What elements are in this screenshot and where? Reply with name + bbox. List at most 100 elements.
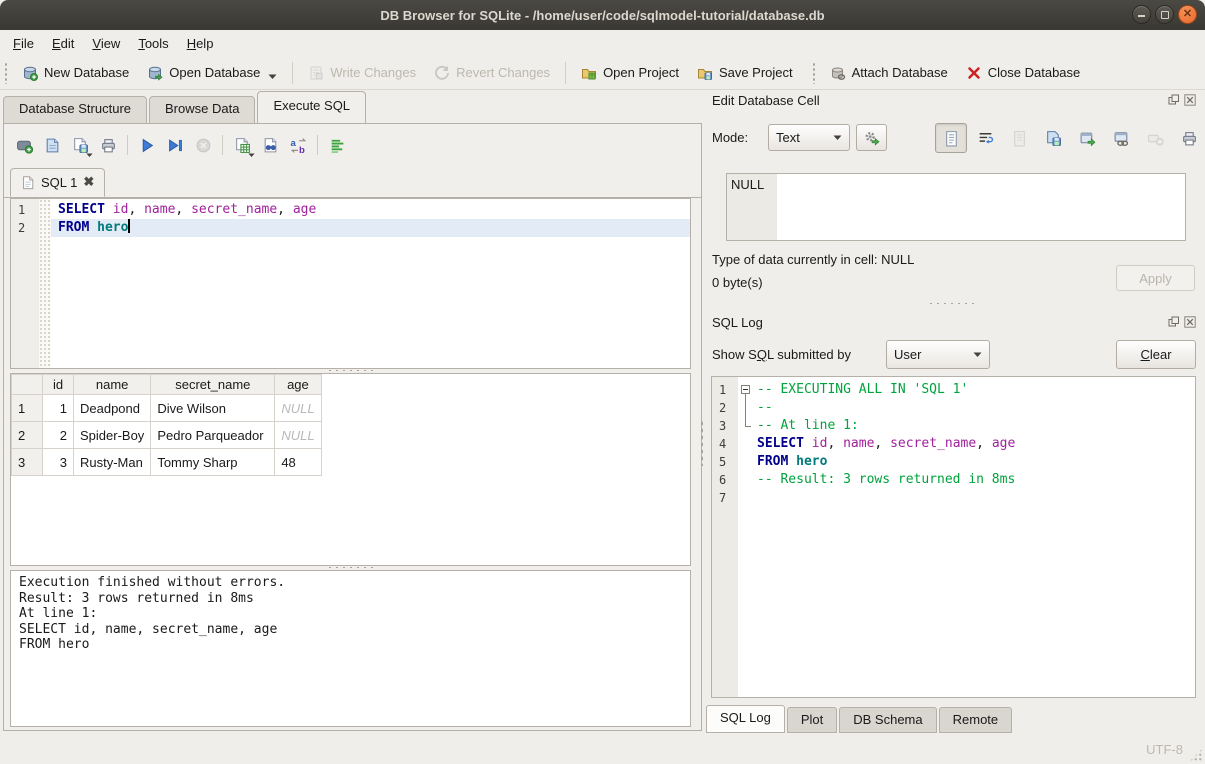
cell-open-in-app-button[interactable] xyxy=(1071,123,1103,153)
float-panel-icon[interactable] xyxy=(1167,315,1180,328)
row-header[interactable]: 1 xyxy=(12,395,43,422)
revert-changes-button[interactable]: Revert Changes xyxy=(425,60,559,86)
dock-tab-db-schema[interactable]: DB Schema xyxy=(839,707,936,733)
new-sql-tab-icon xyxy=(16,137,33,154)
print-icon xyxy=(1181,130,1198,147)
table-cell[interactable]: NULL xyxy=(275,422,321,449)
cell-type-info: Type of data currently in cell: NULL xyxy=(712,252,914,267)
find-button[interactable] xyxy=(256,131,284,159)
row-header[interactable]: 2 xyxy=(12,422,43,449)
new-database-button[interactable]: New Database xyxy=(13,60,138,86)
column-header-age[interactable]: age xyxy=(275,375,321,395)
tab-execute-sql[interactable]: Execute SQL xyxy=(257,91,366,123)
sql-log-filter-select[interactable]: User xyxy=(886,340,990,369)
toolbar-drag-handle[interactable] xyxy=(812,62,817,84)
table-cell[interactable]: Tommy Sharp xyxy=(151,449,275,476)
resize-grip[interactable] xyxy=(1189,748,1203,762)
write-changes-button[interactable]: Write Changes xyxy=(299,60,425,86)
open-project-button[interactable]: Open Project xyxy=(572,60,688,86)
dock-tab-plot[interactable]: Plot xyxy=(787,707,837,733)
save-project-button[interactable]: Save Project xyxy=(688,60,802,86)
open-sql-file-button[interactable] xyxy=(38,131,66,159)
apply-button[interactable]: Apply xyxy=(1116,265,1195,291)
open-project-icon xyxy=(581,65,597,81)
dock-tab-remote[interactable]: Remote xyxy=(939,707,1013,733)
cell-value-editor[interactable]: NULL xyxy=(726,173,1186,241)
attach-database-button[interactable]: Attach Database xyxy=(821,60,957,86)
save-sql-file-button[interactable] xyxy=(66,131,94,159)
cell-export-button[interactable] xyxy=(1037,123,1069,153)
cell-import-button[interactable] xyxy=(1003,123,1035,153)
close-panel-icon[interactable] xyxy=(1183,315,1196,328)
column-header-id[interactable]: id xyxy=(43,375,74,395)
auto-apply-button[interactable] xyxy=(856,124,887,151)
find-icon xyxy=(262,137,279,154)
maximize-button[interactable] xyxy=(1155,5,1174,24)
minimize-button[interactable] xyxy=(1132,5,1151,24)
link-icon xyxy=(1113,130,1130,147)
cell-text-mode-button[interactable] xyxy=(935,123,967,153)
edit-database-cell-title: Edit Database Cell xyxy=(712,93,820,108)
main-tab-bar: Database Structure Browse Data Execute S… xyxy=(3,92,368,123)
close-database-button[interactable]: Close Database xyxy=(957,60,1090,86)
word-wrap-icon xyxy=(977,130,994,147)
table-cell[interactable]: Rusty-Man xyxy=(74,449,151,476)
find-replace-button[interactable]: ab xyxy=(284,131,312,159)
toolbar-drag-handle[interactable] xyxy=(4,62,9,84)
sql-document-tab[interactable]: SQL 1 ✖ xyxy=(10,168,105,197)
table-cell[interactable]: 3 xyxy=(43,449,74,476)
column-header-secret_name[interactable]: secret_name xyxy=(151,375,275,395)
execute-all-icon xyxy=(139,137,156,154)
format-sql-button[interactable] xyxy=(323,131,351,159)
table-cell[interactable]: Deadpond xyxy=(74,395,151,422)
sql-editor[interactable]: 12 SELECT id, name, secret_name, ageFROM… xyxy=(10,198,691,369)
clear-log-button[interactable]: Clear xyxy=(1116,340,1196,369)
cell-copy-link-button[interactable] xyxy=(1105,123,1137,153)
stop-execution-button[interactable] xyxy=(189,131,217,159)
editor-fold-margin xyxy=(39,199,51,368)
window-close-button[interactable] xyxy=(1178,5,1197,24)
float-panel-icon[interactable] xyxy=(1167,93,1180,106)
cell-word-wrap-button[interactable] xyxy=(969,123,1001,153)
execute-current-line-button[interactable] xyxy=(161,131,189,159)
table-cell[interactable]: 2 xyxy=(43,422,74,449)
close-tab-icon[interactable]: ✖ xyxy=(83,174,94,190)
splitter-handle[interactable] xyxy=(929,301,975,306)
menu-view[interactable]: View xyxy=(83,33,129,54)
toolbar-separator xyxy=(127,135,128,155)
toolbar-separator xyxy=(292,62,293,84)
format-sql-icon xyxy=(329,137,346,154)
set-null-icon xyxy=(1147,130,1164,147)
close-panel-icon[interactable] xyxy=(1183,93,1196,106)
dock-tab-sql-log[interactable]: SQL Log xyxy=(706,705,785,733)
cell-set-null-button[interactable] xyxy=(1139,123,1171,153)
tab-database-structure[interactable]: Database Structure xyxy=(3,96,147,123)
table-cell[interactable]: Dive Wilson xyxy=(151,395,275,422)
table-cell[interactable]: 1 xyxy=(43,395,74,422)
menu-edit[interactable]: Edit xyxy=(43,33,83,54)
menu-file[interactable]: File xyxy=(4,33,43,54)
cell-value: NULL xyxy=(731,177,764,192)
menu-tools[interactable]: Tools xyxy=(129,33,177,54)
open-database-button[interactable]: Open Database xyxy=(138,60,286,86)
table-cell[interactable]: 48 xyxy=(275,449,321,476)
chevron-down-icon[interactable] xyxy=(268,74,277,80)
row-header[interactable]: 3 xyxy=(12,449,43,476)
close-database-icon xyxy=(966,65,982,81)
print-sql-button[interactable] xyxy=(94,131,122,159)
menu-help[interactable]: Help xyxy=(178,33,223,54)
table-cell[interactable]: NULL xyxy=(275,395,321,422)
table-cell[interactable]: Spider-Boy xyxy=(74,422,151,449)
export-results-button[interactable] xyxy=(228,131,256,159)
table-cell[interactable]: Pedro Parqueador xyxy=(151,422,275,449)
menu-bar: File Edit View Tools Help xyxy=(0,30,1205,56)
sql-log-view[interactable]: 1234567 -- EXECUTING ALL IN 'SQL 1'---- … xyxy=(711,376,1196,698)
mode-select[interactable]: Text xyxy=(768,124,850,151)
tab-browse-data[interactable]: Browse Data xyxy=(149,96,255,123)
new-sql-tab-button[interactable] xyxy=(10,131,38,159)
execute-all-button[interactable] xyxy=(133,131,161,159)
splitter-handle[interactable] xyxy=(700,420,705,466)
cell-print-button[interactable] xyxy=(1173,123,1205,153)
sql-log-title: SQL Log xyxy=(712,315,763,330)
column-header-name[interactable]: name xyxy=(74,375,151,395)
